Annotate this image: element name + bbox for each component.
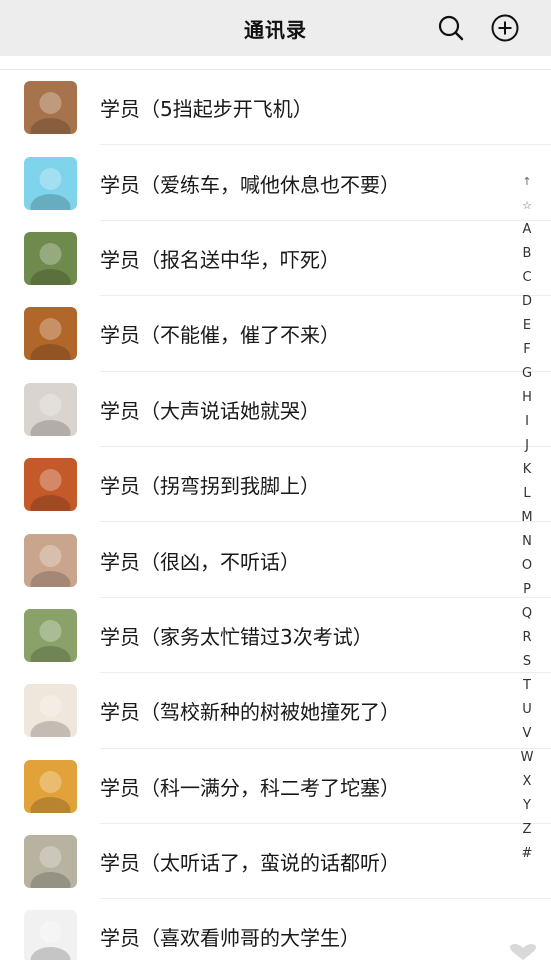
avatar (24, 835, 77, 889)
contacts-screen: 通讯录 学员（5挡起步开飞机） 学员（爱练车，喊他休息也不要） 学员（报名送中华，吓… (0, 0, 551, 960)
index-letter[interactable]: X (515, 770, 539, 794)
index-letter[interactable]: E (515, 314, 539, 338)
contact-name: 学员（喜欢看帅哥的大学生） (100, 926, 360, 951)
contact-row[interactable]: 学员（太听话了，蛮说的话都听） (0, 824, 551, 900)
index-letter[interactable]: Z (515, 818, 539, 842)
avatar-image (24, 307, 77, 361)
avatar (24, 910, 77, 960)
contact-name: 学员（爱练车，喊他休息也不要） (100, 172, 400, 197)
page-title: 通讯录 (244, 17, 307, 42)
avatar-image (24, 608, 77, 662)
index-letter[interactable]: # (515, 842, 539, 866)
index-letter[interactable]: U (515, 698, 539, 722)
avatar-image (24, 835, 77, 889)
top-bar: 通讯录 (0, 0, 551, 56)
index-letter[interactable]: M (515, 506, 539, 530)
contact-name: 学员（拐弯拐到我脚上） (100, 474, 320, 499)
index-letter[interactable]: S (515, 650, 539, 674)
add-circle-icon (491, 14, 519, 42)
contact-name: 学员（很凶，不听话） (100, 549, 300, 574)
contact-name: 学员（家务太忙错过3次考试） (100, 624, 373, 649)
search-button[interactable] (433, 10, 469, 46)
contact-name: 学员（不能催，催了不来） (100, 323, 340, 348)
avatar (24, 759, 77, 813)
avatar-image (24, 910, 77, 960)
avatar-image (24, 458, 77, 512)
avatar-image (24, 231, 77, 285)
index-letter[interactable]: F (515, 338, 539, 362)
index-letter[interactable]: L (515, 482, 539, 506)
contact-row[interactable]: 学员（不能催，催了不来） (0, 296, 551, 372)
index-letter[interactable]: D (515, 290, 539, 314)
contact-name: 学员（5挡起步开飞机） (100, 97, 313, 122)
avatar (24, 307, 77, 361)
contact-row[interactable]: 学员（科一满分，科二考了坨塞） (0, 749, 551, 825)
index-letter[interactable]: ☆ (515, 194, 539, 218)
index-letter[interactable]: G (515, 362, 539, 386)
avatar (24, 382, 77, 436)
avatar (24, 156, 77, 210)
index-letter[interactable]: T (515, 674, 539, 698)
contact-row[interactable]: 学员（5挡起步开飞机） (0, 70, 551, 146)
contact-row[interactable]: 学员（喜欢看帅哥的大学生） (0, 899, 551, 960)
contact-name: 学员（科一满分，科二考了坨塞） (100, 775, 400, 800)
index-letter[interactable]: N (515, 530, 539, 554)
contact-list[interactable]: 学员（5挡起步开飞机） 学员（爱练车，喊他休息也不要） 学员（报名送中华，吓死） 学员… (0, 56, 551, 960)
avatar (24, 684, 77, 738)
add-button[interactable] (487, 10, 523, 46)
avatar-image (24, 533, 77, 587)
avatar-image (24, 759, 77, 813)
index-letter[interactable]: Y (515, 794, 539, 818)
contact-name: 学员（驾校新种的树被她撞死了） (100, 700, 400, 725)
avatar-image (24, 684, 77, 738)
contact-row[interactable]: 学员（大声说话她就哭） (0, 372, 551, 448)
avatar (24, 81, 77, 135)
index-letter[interactable]: I (515, 410, 539, 434)
index-letter[interactable]: J (515, 434, 539, 458)
contact-name: 学员（大声说话她就哭） (100, 398, 320, 423)
index-letter[interactable]: O (515, 554, 539, 578)
avatar (24, 458, 77, 512)
contact-name: 学员（报名送中华，吓死） (100, 247, 340, 272)
index-letter[interactable]: B (515, 242, 539, 266)
avatar (24, 533, 77, 587)
index-letter[interactable]: A (515, 218, 539, 242)
contact-row[interactable]: 学员（拐弯拐到我脚上） (0, 447, 551, 523)
index-letter[interactable]: V (515, 722, 539, 746)
index-letter[interactable]: W (515, 746, 539, 770)
avatar (24, 608, 77, 662)
heart-icon (510, 944, 536, 960)
avatar (24, 231, 77, 285)
index-letter[interactable]: H (515, 386, 539, 410)
alphabet-index-bar[interactable]: ↑ ☆ A B C D E F G H I J K L M N O P Q R S T U V W X Y Z # (515, 170, 539, 866)
search-icon (438, 15, 464, 41)
contact-row[interactable]: 学员（报名送中华，吓死） (0, 221, 551, 297)
contact-name: 学员（太听话了，蛮说的话都听） (100, 851, 400, 876)
index-letter[interactable]: K (515, 458, 539, 482)
contact-row[interactable]: 学员（家务太忙错过3次考试） (0, 598, 551, 674)
index-letter[interactable]: R (515, 626, 539, 650)
index-letter[interactable]: P (515, 578, 539, 602)
contact-row[interactable]: 学员（很凶，不听话） (0, 522, 551, 599)
contact-row[interactable]: 学员（爱练车，喊他休息也不要） (0, 145, 551, 222)
contact-row[interactable]: 学员（驾校新种的树被她撞死了） (0, 673, 551, 749)
avatar-image (24, 156, 77, 210)
index-letter[interactable]: C (515, 266, 539, 290)
list-item-partial[interactable] (0, 56, 551, 70)
avatar-image (24, 81, 77, 135)
avatar-image (24, 382, 77, 436)
index-letter[interactable]: Q (515, 602, 539, 626)
contact-rows: 学员（5挡起步开飞机） 学员（爱练车，喊他休息也不要） 学员（报名送中华，吓死） 学员… (0, 70, 551, 960)
index-letter[interactable]: ↑ (515, 170, 539, 194)
